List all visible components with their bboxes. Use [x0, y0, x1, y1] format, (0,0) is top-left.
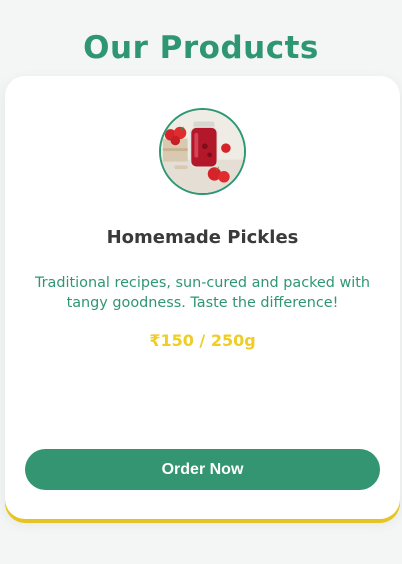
product-description: Traditional recipes, sun-cured and packe…	[34, 275, 371, 311]
product-image	[159, 108, 246, 195]
product-price: ₹150 / 250g	[149, 331, 256, 350]
section-title: Our Products	[83, 30, 319, 66]
strawberry-jam-jar-icon	[161, 110, 244, 193]
product-name: Homemade Pickles	[106, 227, 299, 248]
product-card: Homemade Pickles Traditional recipes, su…	[5, 76, 400, 519]
order-now-button[interactable]: Order Now	[25, 449, 380, 490]
products-page: Our Products Homemade Pickles Traditiona…	[0, 0, 402, 564]
